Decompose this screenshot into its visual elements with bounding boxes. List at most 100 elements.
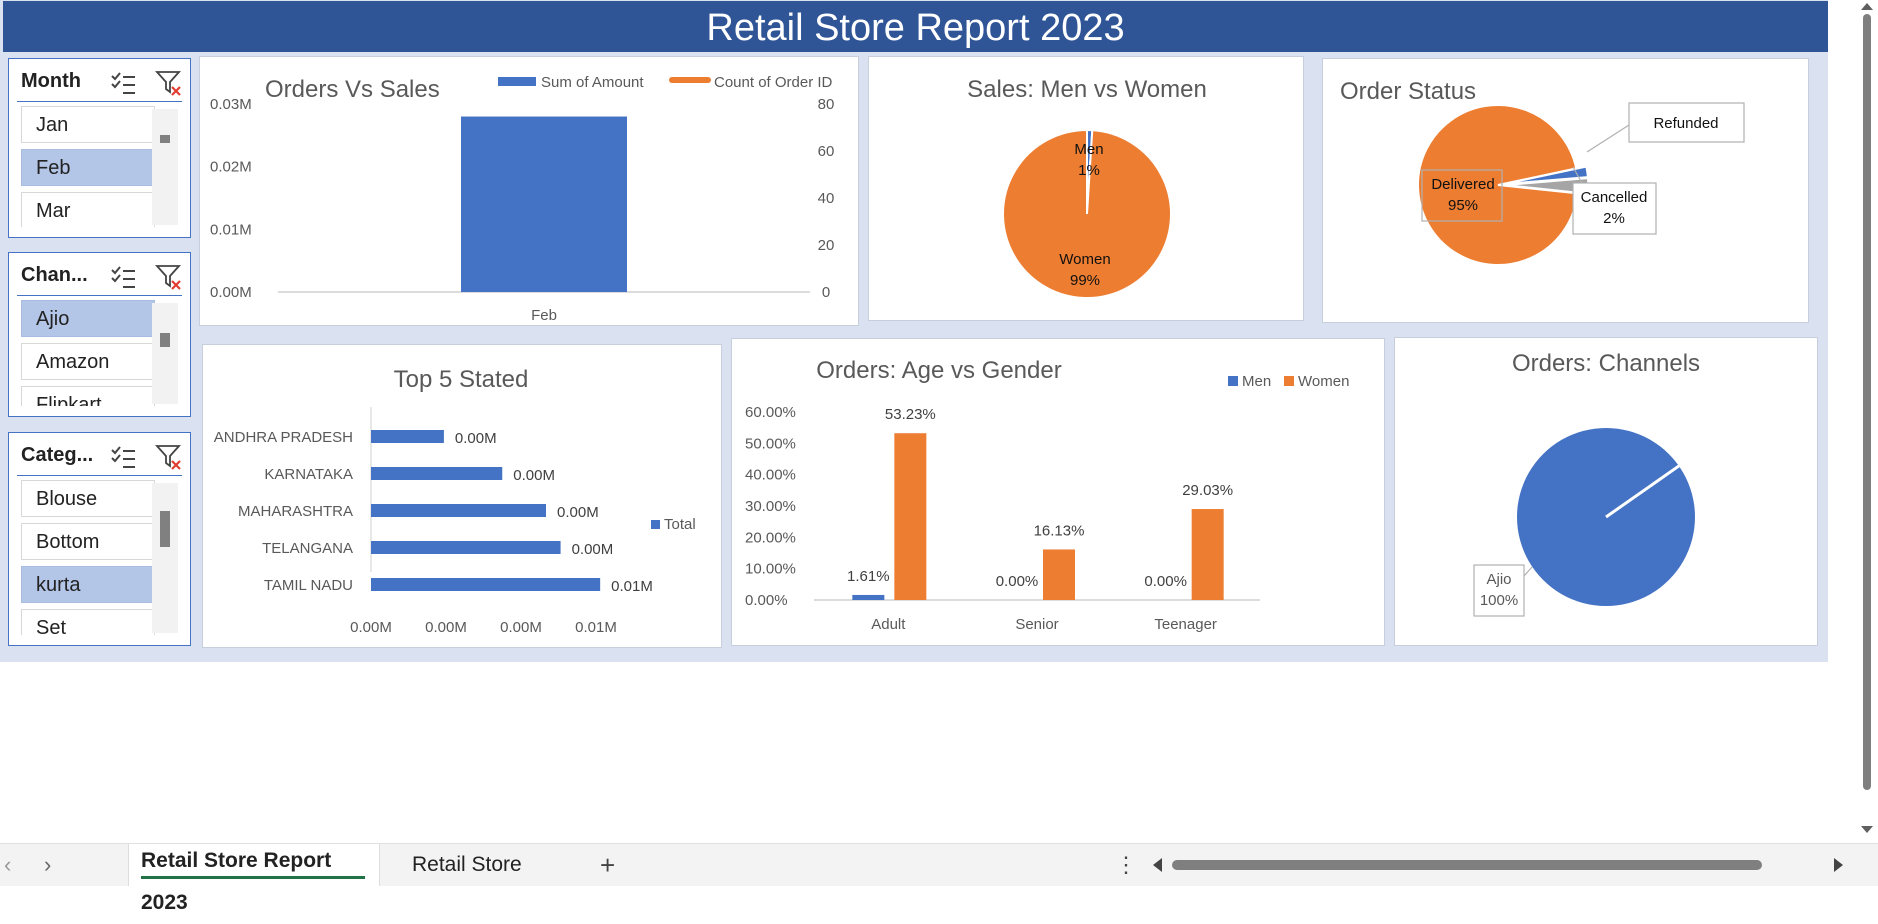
legend-swatch-count	[669, 77, 711, 83]
tab-retail-store[interactable]: Retail Store	[400, 844, 540, 886]
sales-men-vs-women-chart[interactable]: Sales: Men vs Women Men 1% Women 99%	[868, 56, 1304, 321]
data-label: 0.00M	[572, 541, 614, 558]
y-tick-label: 10.00%	[745, 561, 796, 578]
slicer-item-flipkart[interactable]: Flipkart	[21, 386, 155, 406]
age-gender-plot: Orders: Age vs Gender Men Women 0.00% 10.00%…	[745, 357, 1349, 633]
data-label: 0.00%	[1144, 573, 1187, 590]
bar-women-teenager	[1191, 509, 1224, 600]
slicer-scrollbar[interactable]	[152, 109, 178, 225]
y-tick-label: 50.00%	[745, 435, 796, 452]
multi-select-icon[interactable]	[109, 443, 137, 471]
leader-line-refunded	[1586, 124, 1630, 153]
next-sheet-icon[interactable]: ›	[44, 844, 51, 886]
bar-tamil-nadu	[371, 578, 601, 591]
vertical-scrollbar[interactable]	[1856, 0, 1878, 843]
slicer-item-ajio[interactable]: Ajio	[21, 300, 155, 337]
channel-slicer[interactable]: Chan... Ajio Amazon Flipkart	[8, 252, 191, 417]
category-label: KARNATAKA	[264, 466, 353, 483]
bar-telangana	[371, 541, 561, 554]
x-tick-label: 0.01M	[575, 619, 617, 636]
data-label-name: Refunded	[1653, 115, 1718, 132]
slicer-item-blouse[interactable]: Blouse	[21, 480, 155, 517]
orders-vs-sales-chart[interactable]: Orders Vs Sales Sum of Amount Count of Ord…	[199, 56, 859, 326]
data-label: 0.00M	[557, 504, 599, 521]
x-tick-label: Adult	[871, 616, 906, 633]
y-tick-label: 0.02M	[210, 159, 252, 176]
category-label: MAHARASHTRA	[238, 503, 353, 520]
add-sheet-icon[interactable]: +	[600, 844, 615, 886]
data-label-name: Women	[1059, 251, 1110, 268]
age-vs-gender-chart[interactable]: Orders: Age vs Gender Men Women 0.00% 10.00%…	[731, 338, 1385, 646]
slicer-title: Categ...	[21, 444, 94, 466]
clear-filter-icon[interactable]	[155, 263, 183, 291]
legend-label-women: Women	[1298, 373, 1349, 390]
bar-maharashtra	[371, 504, 546, 517]
orders-channels-chart[interactable]: Orders: Channels Ajio 100%	[1394, 337, 1818, 646]
tab-label: Retail Store Report 2023	[141, 849, 332, 914]
y-tick-label: 30.00%	[745, 498, 796, 515]
y-tick-label: 0.00%	[745, 592, 788, 609]
tab-label: Retail Store	[412, 853, 522, 876]
bar-andhra-pradesh	[371, 430, 444, 443]
legend-label-total: Total	[664, 516, 696, 533]
data-label: 16.13%	[1034, 522, 1085, 539]
data-label: 29.03%	[1182, 482, 1233, 499]
multi-select-icon[interactable]	[109, 263, 137, 291]
legend-swatch-amount	[498, 77, 536, 86]
active-tab-underline	[141, 876, 365, 879]
month-slicer[interactable]: Month Jan Feb Mar	[8, 58, 191, 238]
tab-retail-store-report-2023[interactable]: Retail Store Report 2023	[128, 844, 380, 914]
sales-gender-plot: Sales: Men vs Women Men 1% Women 99%	[967, 76, 1207, 299]
chart-title: Orders: Age vs Gender	[816, 357, 1061, 384]
data-label-value: 100%	[1480, 592, 1518, 609]
data-label-value: 1%	[1078, 162, 1100, 179]
data-label-name: Delivered	[1431, 176, 1494, 193]
category-label: ANDHRA PRADESH	[214, 429, 353, 446]
data-label-value: 95%	[1448, 197, 1478, 214]
bar-karnataka	[371, 467, 503, 480]
y2-tick-label: 0	[822, 284, 830, 301]
chart-title: Orders: Channels	[1512, 350, 1700, 377]
slicer-title: Month	[21, 70, 81, 92]
legend-swatch-total	[651, 520, 660, 529]
slicer-item-mar[interactable]: Mar	[21, 192, 155, 227]
data-label-value: 99%	[1070, 272, 1100, 289]
slicer-item-amazon[interactable]: Amazon	[21, 343, 155, 380]
channels-plot: Orders: Channels Ajio 100%	[1473, 350, 1700, 617]
y2-tick-label: 60	[818, 143, 835, 160]
x-tick-label: Senior	[1015, 616, 1058, 633]
slicer-item-jan[interactable]: Jan	[21, 106, 155, 143]
data-label-value: 2%	[1603, 210, 1625, 227]
data-label: 0.00M	[513, 467, 555, 484]
bar-women-senior	[1043, 549, 1075, 600]
top-5-states-chart[interactable]: Top 5 Stated ANDHRA PRADESH 0.00M KARNATAKA…	[202, 344, 722, 648]
data-label-name: Men	[1074, 141, 1103, 158]
slicer-scrollbar[interactable]	[152, 483, 178, 633]
vertical-scroll-track	[1861, 3, 1873, 833]
more-options-icon[interactable]: ⋮	[1115, 844, 1137, 886]
chart-title: Top 5 Stated	[394, 366, 529, 393]
horizontal-scrollbar[interactable]	[1148, 853, 1848, 877]
prev-sheet-icon[interactable]: ‹	[4, 844, 11, 886]
order-status-chart[interactable]: Order Status Delivered 95% Cancelled 2% Refun…	[1322, 58, 1809, 323]
y2-tick-label: 40	[818, 190, 835, 207]
y2-tick-label: 20	[818, 237, 835, 254]
chart-title: Orders Vs Sales	[265, 76, 440, 103]
data-label: 0.00%	[996, 573, 1039, 590]
clear-filter-icon[interactable]	[155, 443, 183, 471]
clear-filter-icon[interactable]	[155, 69, 183, 97]
slicer-item-feb[interactable]: Feb	[21, 149, 155, 186]
y-tick-label: 60.00%	[745, 404, 796, 421]
data-label-name: Ajio	[1486, 571, 1511, 588]
slicer-scrollbar[interactable]	[152, 303, 178, 404]
orders-vs-sales-plot: Orders Vs Sales Sum of Amount Count of Ord…	[210, 74, 835, 324]
x-tick-label: 0.00M	[500, 619, 542, 636]
category-label: TAMIL NADU	[264, 577, 353, 594]
category-slicer[interactable]: Categ... Blouse Bottom kurta Set	[8, 432, 191, 646]
slicer-item-set[interactable]: Set	[21, 609, 155, 635]
slicer-item-kurta[interactable]: kurta	[21, 566, 155, 603]
chart-title: Order Status	[1340, 78, 1476, 105]
slicer-item-bottom[interactable]: Bottom	[21, 523, 155, 560]
multi-select-icon[interactable]	[109, 69, 137, 97]
data-label: 53.23%	[885, 406, 936, 423]
